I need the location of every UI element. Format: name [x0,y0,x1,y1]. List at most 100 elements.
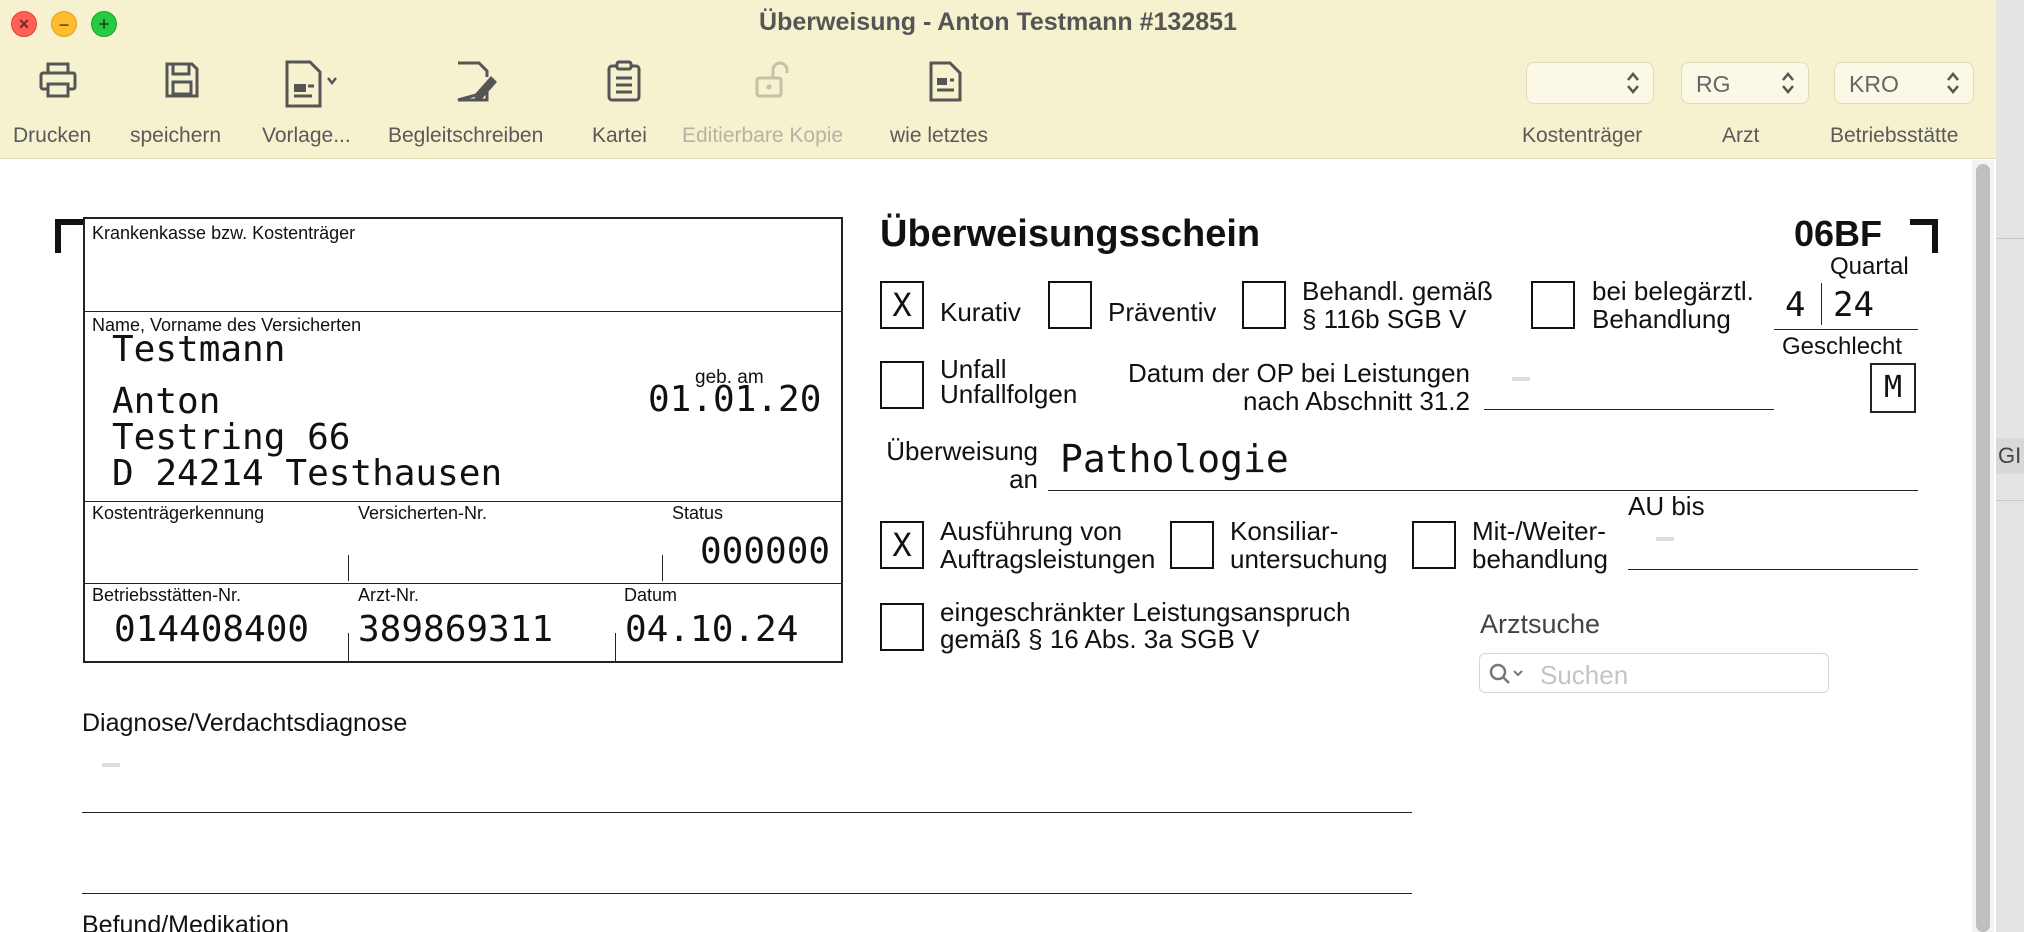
payer-id-label: Kostenträgerkennung [92,503,265,523]
payer-label: Kostenträger [1522,124,1643,147]
referral-to-label-line1: Überweisung [886,436,1038,466]
doctor-select-value: RG [1696,71,1731,97]
contract-services-checkbox[interactable]: X [880,521,924,569]
like-last-button[interactable] [928,60,964,102]
contract-services-label: Ausführung von Auftragsleistungen [940,517,1155,573]
doctor-number-label: Arzt-Nr. [358,585,419,605]
divider [1996,500,2024,501]
street-field[interactable]: Testring 66 [112,417,350,458]
inpatient-label-line2: Behandlung [1592,304,1731,334]
year-field[interactable]: 24 [1833,285,1874,325]
doctor-search-field[interactable]: Suchen [1479,653,1829,693]
insured-number-field[interactable] [356,525,656,579]
accident-label-line2: Unfallfolgen [940,379,1078,409]
referral-to-label: Überweisung an [880,437,1038,493]
accident-checkbox[interactable] [880,361,924,409]
referral-to-field[interactable]: Pathologie [1060,437,1289,481]
op-date-field[interactable] [1484,409,1774,410]
consultation-label-line1: Konsiliar- [1230,516,1339,546]
op-date-label-line2: nach Abschnitt 31.2 [1243,386,1470,416]
updown-chevron-icon [1782,72,1794,94]
search-icon [1489,663,1523,684]
facility-number-field[interactable]: 014408400 [114,609,309,650]
clipboard-icon [607,60,641,102]
quarter-label: Quartal [1830,253,1909,280]
inpatient-label-line1: bei belegärztl. [1592,276,1754,306]
doctor-select[interactable]: RG [1681,62,1809,104]
field-tick [662,555,663,581]
116b-checkbox[interactable] [1242,281,1286,329]
preventive-checkbox[interactable] [1048,281,1092,329]
facility-label: Betriebsstätte [1830,124,1959,147]
empty-marker [1656,537,1674,541]
insurance-field[interactable] [90,243,830,305]
background-button: GI [1996,438,2024,474]
document-pen-icon [457,61,497,102]
unlock-icon [755,61,789,98]
diagnosis-line-1[interactable] [82,812,1412,813]
form-title: Überweisungsschein [880,213,1261,255]
printer-icon [39,62,77,98]
window-title: Überweisung - Anton Testmann #132851 [759,8,1237,36]
restricted-entitlement-label-line2: gemäß § 16 Abs. 3a SGB V [940,624,1260,654]
contract-services-label-line1: Ausführung von [940,516,1123,546]
date-label: Datum [624,585,678,605]
empty-marker [1512,377,1530,381]
record-file-button[interactable] [606,60,642,102]
editable-copy-button[interactable] [753,60,793,100]
inpatient-label: bei belegärztl. Behandlung [1592,277,1754,333]
facility-number-label: Betriebsstätten-Nr. [92,585,242,605]
date-field[interactable]: 04.10.24 [625,609,798,650]
116b-label-line1: Behandl. gemäß [1302,276,1493,306]
status-label: Status [672,503,724,523]
corner-mark-right-vertical [1932,219,1938,253]
template-label: Vorlage... [262,124,351,147]
curative-checkbox[interactable]: X [880,281,924,329]
diagnosis-line-2[interactable] [82,893,1412,894]
document-copy-icon [929,61,962,102]
diagnosis-label: Diagnose/Verdachtsdiagnose [82,709,408,737]
status-field[interactable]: 000000 [700,531,830,572]
updown-chevron-icon [1627,72,1639,94]
field-tick [348,633,349,661]
payer-select[interactable] [1526,62,1654,104]
background-button-label: GI [1998,443,2022,468]
consultation-checkbox[interactable] [1170,521,1214,569]
cover-letter-button[interactable] [455,60,499,104]
editable-copy-label: Editierbare Kopie [682,124,844,147]
field-tick [348,555,349,581]
record-file-label: Kartei [592,124,647,147]
scrollbar-thumb[interactable] [1976,164,1990,932]
background-window: GI [1996,0,2024,932]
cover-letter-label: Begleitschreiben [388,124,544,147]
template-button[interactable] [284,60,340,108]
sick-leave-until-field[interactable] [1628,569,1918,570]
field-tick [615,633,616,661]
firstname-field[interactable]: Anton [112,381,220,422]
save-button[interactable] [162,60,202,100]
gender-field[interactable]: M [1870,363,1916,413]
app-window: × – + Überweisung - Anton Testmann #1328… [0,0,1996,932]
facility-select-value: KRO [1849,71,1899,97]
dob-field[interactable]: 01.01.20 [648,379,821,420]
toolbar: × – + Überweisung - Anton Testmann #1328… [0,0,1996,159]
quarter-field[interactable]: 4 [1785,285,1805,325]
referral-form: Krankenkasse bzw. Kostenträger Name, Vor… [0,159,1996,932]
divider [83,501,843,502]
op-date-label: Datum der OP bei Leistungen nach Abschnit… [1112,359,1470,415]
city-field[interactable]: D 24214 Testhausen [112,453,502,494]
payer-id-field[interactable] [90,525,340,579]
facility-select[interactable]: KRO [1834,62,1974,104]
surname-field[interactable]: Testmann [112,329,285,370]
doctor-search-placeholder: Suchen [1540,660,1629,690]
accident-label: Unfall Unfallfolgen [940,356,1078,409]
preventive-label: Präventiv [1108,297,1217,327]
divider [1996,238,2024,239]
inpatient-checkbox[interactable] [1531,281,1575,329]
restricted-entitlement-checkbox[interactable] [880,603,924,651]
co-treatment-checkbox[interactable] [1412,521,1456,569]
print-button[interactable] [36,60,80,100]
empty-marker [102,763,120,767]
doctor-number-field[interactable]: 389869311 [358,609,553,650]
consultation-label: Konsiliar-untersuchung [1230,517,1388,573]
